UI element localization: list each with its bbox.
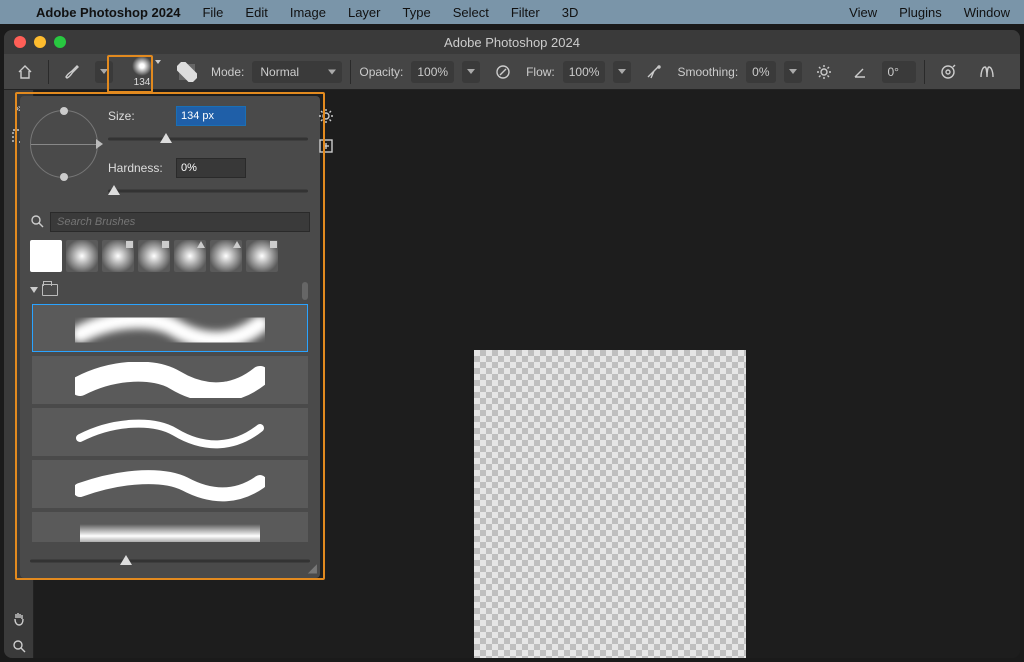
window-close-button[interactable] [14, 36, 26, 48]
brush-tip-soft-round-5[interactable] [210, 240, 242, 272]
opacity-label: Opacity: [359, 65, 403, 79]
brush-tip-soft-round-4[interactable] [174, 240, 206, 272]
hardness-label: Hardness: [108, 161, 168, 175]
smoothing-label: Smoothing: [677, 65, 738, 79]
mode-label: Mode: [211, 65, 244, 79]
menu-file[interactable]: File [202, 5, 223, 20]
brush-preset-picker[interactable]: 134 [121, 54, 163, 90]
pressure-size-toggle[interactable] [933, 58, 963, 86]
window-minimize-button[interactable] [34, 36, 46, 48]
brush-tip-soft-round-3[interactable] [138, 240, 170, 272]
brush-tip-hard-round[interactable] [30, 240, 62, 272]
opacity-pressure-toggle[interactable] [488, 58, 518, 86]
brush-stroke-soft-wave[interactable] [32, 304, 308, 352]
menu-filter[interactable]: Filter [511, 5, 540, 20]
airbrush-toggle[interactable] [639, 58, 669, 86]
opacity-dropdown[interactable] [462, 61, 480, 83]
menu-type[interactable]: Type [403, 5, 431, 20]
brush-stroke-thin-wave[interactable] [32, 408, 308, 456]
menu-3d[interactable]: 3D [562, 5, 579, 20]
brush-tip-row [20, 236, 320, 280]
size-input[interactable] [176, 106, 246, 126]
panel-resize-handle[interactable]: ◢ [308, 561, 317, 575]
flow-value[interactable]: 100% [563, 61, 606, 83]
brush-folder-row[interactable] [30, 280, 310, 300]
titlebar: Adobe Photoshop 2024 [4, 30, 1020, 54]
thumbnail-size-slider[interactable] [30, 554, 310, 568]
tool-hand[interactable] [7, 606, 31, 630]
blend-mode-value: Normal [260, 65, 299, 79]
brush-tip-soft-round-1[interactable] [66, 240, 98, 272]
tool-icon-brush[interactable] [57, 58, 87, 86]
chevron-down-icon [30, 287, 38, 293]
smoothing-options-button[interactable] [810, 58, 838, 86]
menu-window[interactable]: Window [964, 5, 1010, 20]
opacity-value[interactable]: 100% [411, 61, 454, 83]
menu-view[interactable]: View [849, 5, 877, 20]
brush-stroke-hard-wave[interactable] [32, 356, 308, 404]
brush-settings-toggle[interactable] [171, 58, 203, 86]
search-brushes-input[interactable] [50, 212, 310, 232]
tool-preset-dropdown[interactable] [95, 61, 113, 83]
scrollbar-thumb[interactable] [302, 282, 308, 300]
flow-label: Flow: [526, 65, 555, 79]
folder-icon [42, 284, 58, 296]
brush-list[interactable] [30, 280, 310, 542]
options-bar: 134 Mode: Normal Opacity: 100% Flow: 100… [4, 54, 1020, 90]
mac-menubar: Adobe Photoshop 2024 File Edit Image Lay… [0, 0, 1024, 24]
tool-zoom[interactable] [7, 634, 31, 658]
document-canvas[interactable] [474, 350, 746, 658]
menu-layer[interactable]: Layer [348, 5, 381, 20]
smoothing-value[interactable]: 0% [746, 61, 775, 83]
hardness-input[interactable] [176, 158, 246, 178]
size-slider[interactable] [108, 132, 308, 146]
brush-size-readout: 134 [134, 77, 151, 88]
brush-angle-widget[interactable] [30, 110, 98, 178]
brush-tip-soft-round-2[interactable] [102, 240, 134, 272]
chevron-down-icon [155, 60, 161, 64]
app-name[interactable]: Adobe Photoshop 2024 [36, 5, 180, 20]
menu-edit[interactable]: Edit [245, 5, 267, 20]
brush-stroke-taper-wave[interactable] [32, 460, 308, 508]
window-title: Adobe Photoshop 2024 [4, 35, 1020, 50]
search-icon [30, 214, 44, 231]
hardness-slider[interactable] [108, 184, 308, 198]
brush-panel-options-button[interactable] [318, 108, 334, 124]
menu-image[interactable]: Image [290, 5, 326, 20]
blend-mode-dropdown[interactable]: Normal [252, 61, 342, 83]
menu-select[interactable]: Select [453, 5, 489, 20]
menu-plugins[interactable]: Plugins [899, 5, 942, 20]
size-label: Size: [108, 109, 168, 123]
angle-value[interactable]: 0° [882, 61, 916, 83]
brush-preset-panel: Size: Hardness: [20, 96, 320, 578]
smoothing-dropdown[interactable] [784, 61, 802, 83]
brush-preview-icon [132, 56, 152, 76]
symmetry-button[interactable] [971, 58, 1003, 86]
angle-icon[interactable] [846, 58, 874, 86]
new-brush-preset-button[interactable] [318, 138, 334, 154]
home-button[interactable] [10, 58, 40, 86]
window-zoom-button[interactable] [54, 36, 66, 48]
brush-tip-soft-round-6[interactable] [246, 240, 278, 272]
flow-dropdown[interactable] [613, 61, 631, 83]
brush-stroke-grad-band[interactable] [32, 512, 308, 542]
